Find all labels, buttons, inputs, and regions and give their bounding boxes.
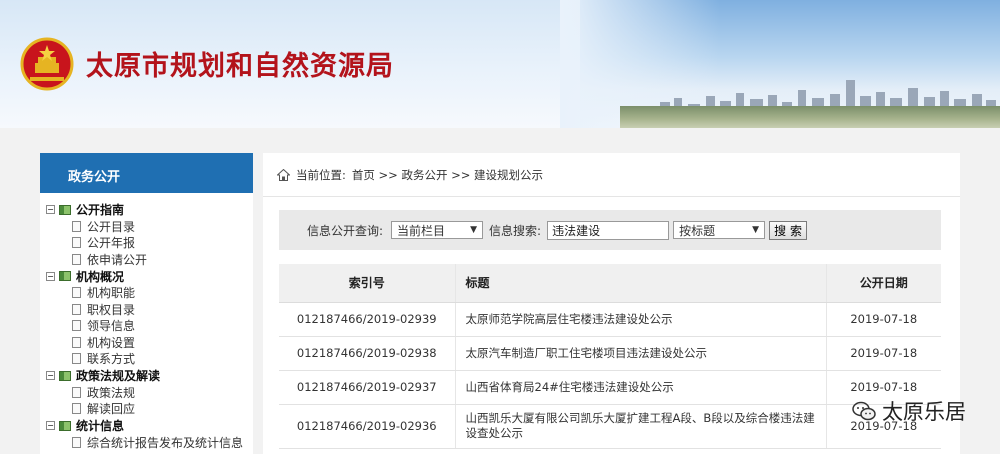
mode-select-value: 按标题 (679, 223, 716, 238)
wechat-watermark: 太原乐居 (852, 396, 966, 426)
document-icon (72, 287, 81, 299)
sidebar-category-policy[interactable]: − 政策法规及解读 (46, 367, 253, 384)
mode-select[interactable]: 按标题 ▼ (673, 221, 766, 239)
sidebar-item-label: 公开年报 (87, 236, 136, 251)
scope-select[interactable]: 当前栏目 ▼ (391, 221, 484, 239)
row-title-link[interactable]: 山西省体育局24#住宅楼违法建设处公示 (455, 370, 827, 405)
row-index: 012187466/2019-02938 (279, 336, 456, 371)
sidebar-item-functions[interactable]: 机构职能 (46, 285, 253, 302)
watermark-text: 太原乐居 (882, 400, 966, 424)
sidebar-item-label: 综合统计报告发布及统计信息 (87, 435, 244, 450)
sidebar-item-label: 公开目录 (87, 219, 136, 234)
sidebar-item-label: 政策法规 (87, 385, 136, 400)
document-icon (72, 220, 81, 232)
sidebar-item-policies[interactable]: 政策法规 (46, 384, 253, 401)
sidebar-category-guide[interactable]: − 公开指南 (46, 201, 253, 218)
document-icon (72, 303, 81, 315)
category-label: 机构概况 (76, 269, 125, 284)
search-bar: 信息公开查询: 当前栏目 ▼ 信息搜索: 按标题 ▼ 搜 索 (279, 210, 941, 250)
folder-book-icon (59, 204, 71, 215)
table-header-row: 索引号 标题 公开日期 (279, 264, 941, 303)
table-row[interactable]: 012187466/2019-02939 太原师范学院高层住宅楼违法建设处公示 … (279, 302, 941, 337)
sidebar-item-directory[interactable]: 公开目录 (46, 218, 253, 235)
table-row[interactable]: 012187466/2019-02938 太原汽车制造厂职工住宅楼项目违法建设处… (279, 336, 941, 371)
row-title-link[interactable]: 太原师范学院高层住宅楼违法建设处公示 (455, 302, 827, 337)
search-button[interactable]: 搜 索 (769, 220, 808, 240)
row-index: 012187466/2019-02939 (279, 302, 456, 337)
sidebar-item-leaders[interactable]: 领导信息 (46, 318, 253, 335)
river-foreground (620, 106, 1000, 128)
breadcrumb-path[interactable]: 首页 >> 政务公开 >> 建设规划公示 (352, 167, 543, 183)
sidebar-category-statistics[interactable]: − 统计信息 (46, 417, 253, 434)
folder-book-icon (59, 271, 71, 281)
sidebar-item-request[interactable]: 依申请公开 (46, 251, 253, 268)
collapse-toggle-icon[interactable]: − (46, 205, 55, 214)
sidebar-item-label: 职权目录 (87, 302, 136, 317)
results-table: 索引号 标题 公开日期 012187466/2019-02939 太原师范学院高… (279, 264, 941, 449)
sidebar-item-contact[interactable]: 联系方式 (46, 351, 253, 368)
sidebar-item-interpretation[interactable]: 解读回应 (46, 401, 253, 418)
chevron-down-icon: ▼ (752, 225, 760, 235)
document-icon (72, 403, 81, 415)
row-title-link[interactable]: 山西凯乐大厦有限公司凯乐大厦扩建工程A段、B段以及综合楼违法建设查处公示 (455, 404, 827, 449)
table-row[interactable]: 012187466/2019-02937 山西省体育局24#住宅楼违法建设处公示… (279, 370, 941, 405)
row-index: 012187466/2019-02937 (279, 370, 456, 405)
breadcrumb: 当前位置: 首页 >> 政务公开 >> 建设规划公示 (263, 153, 960, 197)
category-label: 统计信息 (76, 419, 125, 433)
sidebar-heading: 政务公开 (40, 153, 253, 193)
sidebar-item-label: 机构设置 (87, 335, 136, 350)
sidebar-category-organization[interactable]: − 机构概况 (46, 268, 253, 285)
sidebar-item-label: 联系方式 (87, 352, 136, 367)
wechat-icon (852, 401, 876, 421)
sidebar-item-label: 解读回应 (87, 402, 136, 417)
sidebar-item-authority-list[interactable]: 职权目录 (46, 301, 253, 318)
table-row[interactable]: 012187466/2019-02936 山西凯乐大厦有限公司凯乐大厦扩建工程A… (279, 404, 941, 449)
sidebar-item-label: 机构职能 (87, 286, 136, 301)
document-icon (72, 353, 81, 365)
keyword-input[interactable] (547, 220, 670, 240)
header-banner: 太原市规划和自然资源局 (0, 0, 1000, 128)
keyword-label: 信息搜索: (489, 223, 542, 238)
query-label: 信息公开查询: (307, 223, 384, 238)
folder-book-icon (59, 370, 71, 381)
chevron-down-icon: ▼ (470, 225, 478, 235)
row-title-link[interactable]: 太原汽车制造厂职工住宅楼项目违法建设处公示 (455, 336, 827, 371)
site-title: 太原市规划和自然资源局 (86, 51, 394, 82)
column-header-index: 索引号 (279, 264, 456, 303)
document-icon (72, 436, 81, 448)
column-header-date: 公开日期 (826, 264, 941, 303)
scope-select-value: 当前栏目 (397, 223, 446, 238)
sidebar-item-stat-reports[interactable]: 综合统计报告发布及统计信息 (46, 434, 253, 451)
breadcrumb-prefix: 当前位置: (296, 167, 346, 182)
row-date: 2019-07-18 (826, 336, 941, 371)
document-icon (72, 253, 81, 265)
sidebar-item-annual-report[interactable]: 公开年报 (46, 235, 253, 252)
national-emblem-icon (20, 37, 74, 91)
folder-book-icon (59, 420, 71, 431)
sidebar-item-structure[interactable]: 机构设置 (46, 334, 253, 351)
collapse-toggle-icon[interactable]: − (46, 271, 55, 281)
category-label: 公开指南 (76, 203, 125, 217)
home-icon (277, 168, 290, 181)
collapse-toggle-icon[interactable]: − (46, 421, 55, 430)
sidebar-tree: − 公开指南 公开目录 公开年报 依申请公开 − 机构概况 机构职能 职权目录 (40, 193, 253, 451)
sidebar: 政务公开 − 公开指南 公开目录 公开年报 依申请公开 − 机构概况 机构职能 (40, 153, 253, 454)
document-icon (72, 320, 81, 332)
collapse-toggle-icon[interactable]: − (46, 371, 55, 380)
document-icon (72, 386, 81, 398)
row-index: 012187466/2019-02936 (279, 404, 456, 449)
document-icon (72, 336, 81, 348)
sidebar-item-label: 依申请公开 (87, 252, 148, 267)
sidebar-item-label: 领导信息 (87, 319, 136, 334)
row-date: 2019-07-18 (826, 302, 941, 337)
column-header-title: 标题 (455, 264, 827, 303)
category-label: 政策法规及解读 (76, 369, 161, 383)
document-icon (72, 237, 81, 249)
